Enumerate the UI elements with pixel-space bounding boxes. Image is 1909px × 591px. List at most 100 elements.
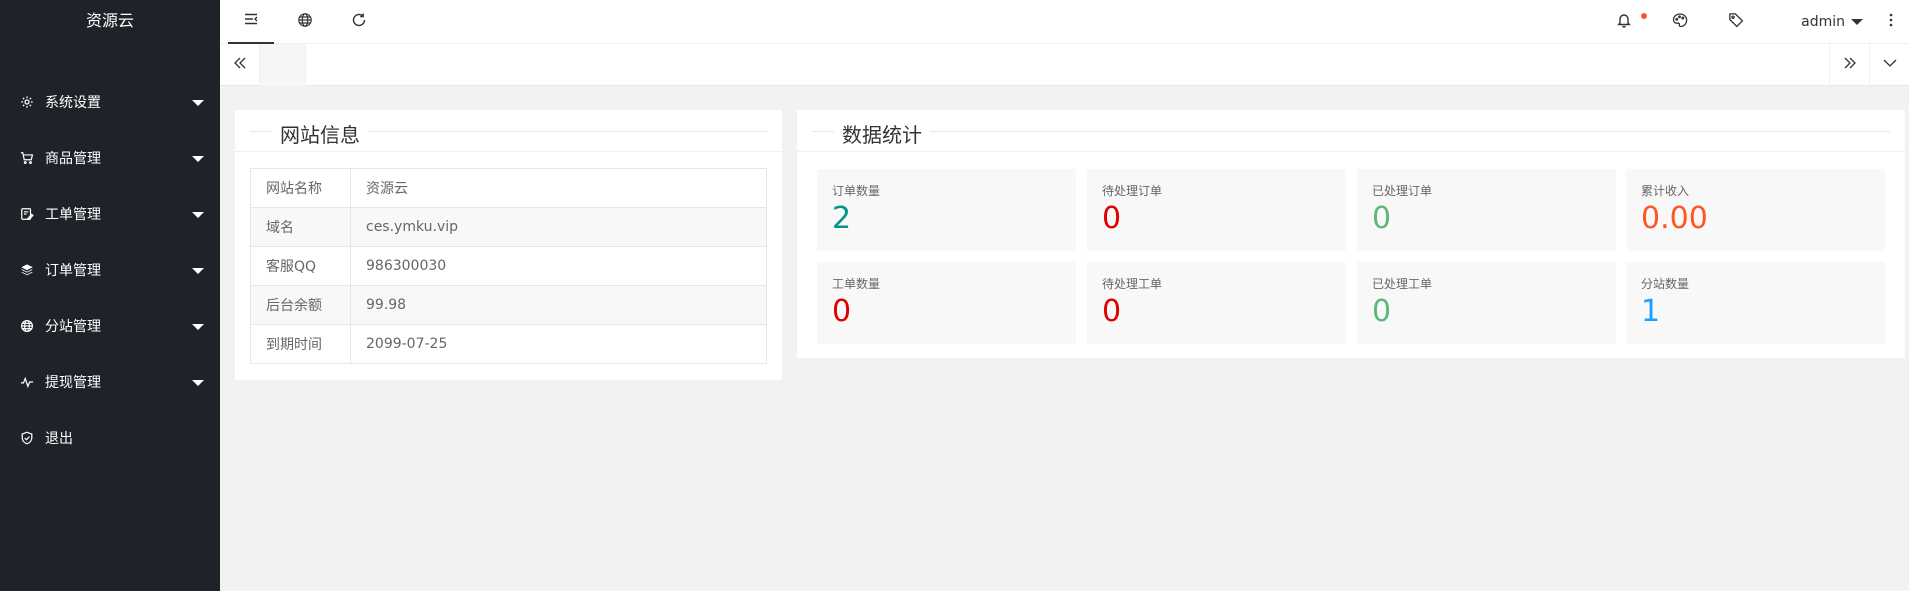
row-key: 域名 bbox=[250, 207, 351, 247]
sidebar-item-label: 退出 bbox=[45, 431, 73, 447]
sidebar-item-label: 工单管理 bbox=[45, 207, 101, 223]
sidebar-item-orders[interactable]: 订单管理 bbox=[0, 242, 220, 298]
stat-order-count: 订单数量 2 bbox=[817, 169, 1076, 251]
site-info-title: 网站信息 bbox=[272, 119, 368, 148]
more-button[interactable] bbox=[1873, 0, 1909, 44]
row-value: ces.ymku.vip bbox=[350, 207, 767, 247]
caret-down-icon bbox=[192, 268, 204, 274]
more-vertical-icon bbox=[1883, 12, 1899, 32]
row-key: 后台余额 bbox=[250, 285, 351, 325]
menu-fold-icon bbox=[243, 11, 259, 31]
sidebar-item-label: 分站管理 bbox=[45, 319, 101, 335]
sidebar-item-products[interactable]: 商品管理 bbox=[0, 130, 220, 186]
sidebar-menu: 系统设置 商品管理 工单管理 订单管理 分站管理 提现管理 退出 bbox=[0, 74, 220, 466]
stat-label: 已处理工单 bbox=[1372, 277, 1433, 291]
sidebar-item-label: 商品管理 bbox=[45, 151, 101, 167]
notification-dot bbox=[1641, 13, 1647, 19]
caret-down-icon bbox=[1851, 19, 1863, 25]
stat-value: 1 bbox=[1641, 294, 1661, 329]
stat-label: 待处理订单 bbox=[1102, 184, 1163, 198]
stat-value: 2 bbox=[832, 201, 852, 236]
row-key: 网站名称 bbox=[250, 168, 351, 208]
refresh-button[interactable] bbox=[336, 0, 382, 44]
row-key: 客服QQ bbox=[250, 246, 351, 286]
stat-ticket-count: 工单数量 0 bbox=[817, 262, 1076, 344]
stat-value: 0 bbox=[1102, 294, 1122, 329]
sidebar-item-substations[interactable]: 分站管理 bbox=[0, 298, 220, 354]
legend-divider bbox=[812, 131, 1890, 132]
row-key: 到期时间 bbox=[250, 324, 351, 364]
stats-title: 数据统计 bbox=[834, 119, 930, 148]
stat-value: 0 bbox=[1372, 294, 1392, 329]
refresh-icon bbox=[351, 12, 367, 32]
row-value: 资源云 bbox=[350, 168, 767, 208]
shield-icon bbox=[19, 430, 35, 446]
layers-icon bbox=[19, 262, 35, 278]
row-value: 2099-07-25 bbox=[350, 324, 767, 364]
stat-label: 待处理工单 bbox=[1102, 277, 1163, 291]
stat-total-income: 累计收入 0.00 bbox=[1626, 169, 1885, 251]
sidebar-item-withdrawals[interactable]: 提现管理 bbox=[0, 354, 220, 410]
sidebar-item-label: 系统设置 bbox=[45, 95, 101, 111]
caret-down-icon bbox=[192, 156, 204, 162]
bell-icon bbox=[1616, 12, 1632, 32]
stat-pending-tickets: 待处理工单 0 bbox=[1087, 262, 1346, 344]
pulse-icon bbox=[19, 374, 35, 390]
app-logo[interactable]: 资源云 bbox=[0, 0, 220, 42]
table-row: 到期时间 2099-07-25 bbox=[250, 324, 767, 364]
stat-label: 工单数量 bbox=[832, 277, 881, 291]
theme-button[interactable] bbox=[1657, 0, 1703, 44]
user-menu[interactable]: admin bbox=[1801, 0, 1863, 44]
stat-substation-count: 分站数量 1 bbox=[1626, 262, 1885, 344]
globe-icon bbox=[19, 318, 35, 334]
tabs-bar bbox=[220, 44, 1909, 86]
website-button[interactable] bbox=[282, 0, 328, 44]
tag-icon bbox=[1728, 12, 1744, 32]
cart-icon bbox=[19, 150, 35, 166]
sidebar-item-logout[interactable]: 退出 bbox=[0, 410, 220, 466]
caret-down-icon bbox=[192, 100, 204, 106]
menu-fold-button[interactable] bbox=[228, 0, 274, 44]
caret-down-icon bbox=[192, 212, 204, 218]
stat-processed-orders: 已处理订单 0 bbox=[1357, 169, 1616, 251]
stats-card: 数据统计 订单数量 2 待处理订单 0 已处理订单 0 累计收入 0.00 工单… bbox=[797, 110, 1905, 358]
table-row: 域名 ces.ymku.vip bbox=[250, 207, 767, 247]
tabs-scroll-left-button[interactable] bbox=[220, 44, 260, 86]
table-row: 后台余额 99.98 bbox=[250, 285, 767, 325]
stat-value: 0.00 bbox=[1641, 201, 1708, 236]
tab-home[interactable] bbox=[260, 44, 306, 86]
sidebar-item-tickets[interactable]: 工单管理 bbox=[0, 186, 220, 242]
stat-processed-tickets: 已处理工单 0 bbox=[1357, 262, 1616, 344]
chevrons-right-icon bbox=[1842, 55, 1858, 75]
sidebar-item-system-settings[interactable]: 系统设置 bbox=[0, 74, 220, 130]
stat-label: 订单数量 bbox=[832, 184, 881, 198]
stats-header: 数据统计 bbox=[797, 110, 1905, 152]
row-value: 986300030 bbox=[350, 246, 767, 286]
tabs-options-button[interactable] bbox=[1869, 44, 1909, 86]
chevrons-left-icon bbox=[232, 55, 248, 75]
table-row: 客服QQ 986300030 bbox=[250, 246, 767, 286]
palette-icon bbox=[1672, 12, 1688, 32]
username: admin bbox=[1801, 14, 1845, 30]
stat-label: 累计收入 bbox=[1641, 184, 1690, 198]
gear-icon bbox=[19, 94, 35, 110]
stat-value: 0 bbox=[832, 294, 852, 329]
table-row: 网站名称 资源云 bbox=[250, 168, 767, 208]
stat-label: 分站数量 bbox=[1641, 277, 1690, 291]
stat-value: 0 bbox=[1102, 201, 1122, 236]
notifications-button[interactable] bbox=[1601, 0, 1647, 44]
tag-button[interactable] bbox=[1713, 0, 1759, 44]
chevron-down-icon bbox=[1882, 55, 1898, 75]
ticket-icon bbox=[19, 206, 35, 222]
stat-label: 已处理订单 bbox=[1372, 184, 1433, 198]
stat-pending-orders: 待处理订单 0 bbox=[1087, 169, 1346, 251]
sidebar-item-label: 提现管理 bbox=[45, 375, 101, 391]
site-info-table: 网站名称 资源云 域名 ces.ymku.vip 客服QQ 986300030 … bbox=[250, 168, 767, 364]
caret-down-icon bbox=[192, 324, 204, 330]
site-info-header: 网站信息 bbox=[235, 110, 782, 152]
site-info-card: 网站信息 网站名称 资源云 域名 ces.ymku.vip 客服QQ 98630… bbox=[235, 110, 782, 380]
tabs-scroll-right-button[interactable] bbox=[1829, 44, 1869, 86]
globe-icon bbox=[297, 12, 313, 32]
top-header: admin bbox=[220, 0, 1909, 44]
stat-value: 0 bbox=[1372, 201, 1392, 236]
